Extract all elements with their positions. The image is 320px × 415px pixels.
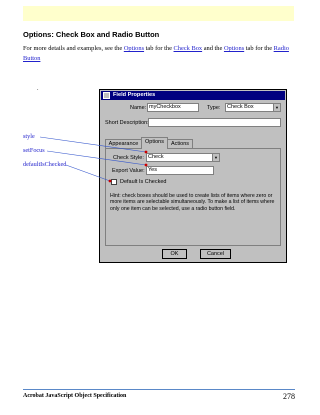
window-icon — [103, 92, 110, 99]
options-link-2[interactable]: Options — [224, 45, 244, 52]
chevron-down-icon[interactable]: ▼ — [212, 154, 219, 161]
page-number: 278 — [283, 392, 295, 401]
tab-appearance[interactable]: Appearance — [105, 139, 142, 148]
callout-setfocus[interactable]: setFocus — [23, 147, 45, 154]
default-checked-label: Default Is Checked — [120, 179, 167, 185]
dialog-titlebar: Field Properties — [101, 91, 285, 100]
intro-text-4: tab for the — [244, 45, 274, 52]
name-field[interactable]: myCheckbox — [147, 103, 199, 112]
field-properties-dialog: Field Properties Name: myCheckbox Type: … — [99, 89, 287, 263]
export-value-label: Export Value: — [112, 168, 145, 174]
hint-text: Hint: check boxes should be used to crea… — [110, 193, 275, 212]
type-value: Check Box — [227, 104, 254, 110]
intro-paragraph: For more details and examples, see the O… — [23, 44, 295, 64]
dialog-title: Field Properties — [113, 92, 156, 98]
header-band — [23, 6, 294, 21]
check-style-label: Check Style: — [113, 155, 144, 161]
stray-dot: . — [37, 86, 39, 92]
name-label: Name: — [130, 105, 147, 111]
short-description-label: Short Description: — [105, 120, 149, 126]
intro-text-1: For more details and examples, see the — [23, 45, 124, 52]
type-select[interactable]: Check Box ▼ — [225, 103, 281, 112]
ok-button[interactable]: OK — [162, 249, 187, 259]
footer-rule — [23, 389, 295, 390]
section-title: Options: Check Box and Radio Button — [23, 30, 160, 39]
check-style-value: Check — [148, 154, 164, 160]
footer-title: Acrobat JavaScript Object Specification — [23, 393, 127, 399]
short-description-field[interactable] — [148, 118, 281, 127]
cancel-button[interactable]: Cancel — [200, 249, 231, 259]
default-checked-checkbox[interactable] — [111, 179, 117, 185]
callout-defaultischecked[interactable]: defaultIsChecked — [23, 161, 66, 168]
options-link-1[interactable]: Options — [124, 45, 144, 52]
check-style-select[interactable]: Check ▼ — [146, 153, 220, 162]
tab-actions[interactable]: Actions — [167, 139, 193, 148]
intro-text-2: tab for the — [144, 45, 174, 52]
export-value-field[interactable]: Yes — [146, 166, 214, 175]
check-box-link[interactable]: Check Box — [174, 45, 203, 52]
tab-options[interactable]: Options — [141, 137, 168, 149]
chevron-down-icon[interactable]: ▼ — [273, 104, 280, 111]
callout-style[interactable]: style — [23, 133, 35, 140]
intro-text-3: and the — [202, 45, 224, 52]
type-label: Type: — [207, 105, 221, 111]
